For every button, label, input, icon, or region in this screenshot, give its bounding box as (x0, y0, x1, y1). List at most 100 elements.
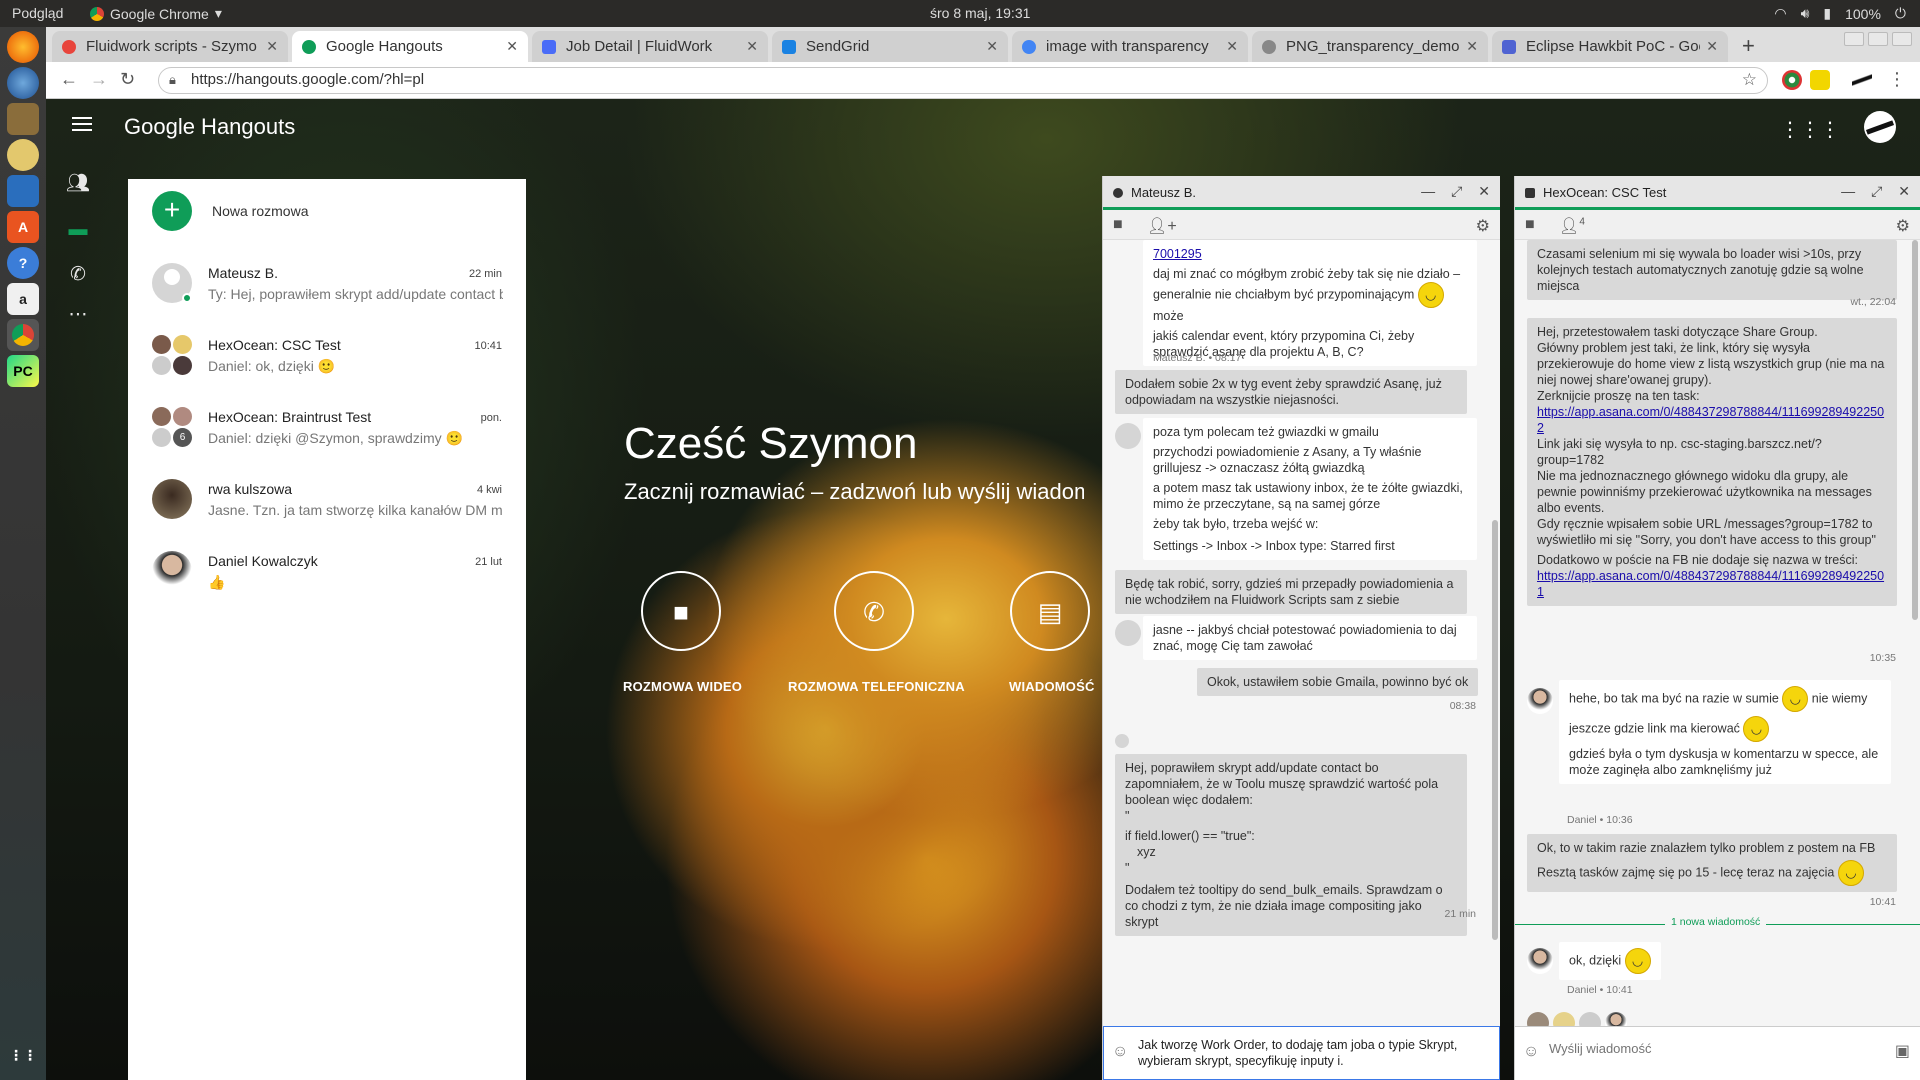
scrollbar[interactable] (1492, 520, 1498, 940)
help-icon[interactable]: ? (7, 247, 39, 279)
extension-icon[interactable] (1852, 70, 1872, 90)
wifi-icon[interactable]: ◠ (1774, 5, 1786, 22)
tab-google-hangouts[interactable]: Google Hangouts ✕ (292, 31, 528, 62)
new-conversation-button[interactable]: + Nowa rozmowa (152, 191, 308, 231)
forward-icon[interactable]: → (90, 69, 108, 90)
pycharm-icon[interactable]: PC (7, 355, 39, 387)
tab-sendgrid[interactable]: SendGrid ✕ (772, 31, 1008, 62)
tab-job-detail[interactable]: Job Detail | FluidWork ✕ (532, 31, 768, 62)
chat-header[interactable]: Mateusz B. — ⤢ ✕ (1103, 176, 1500, 210)
chrome-menu-icon[interactable]: ⋮ (1888, 69, 1906, 90)
extension-icon[interactable] (1782, 70, 1802, 90)
plus-icon: + (152, 191, 192, 231)
tab-png-transparency[interactable]: PNG_transparency_demo ✕ (1252, 31, 1488, 62)
new-tab-button[interactable]: + (1742, 33, 1755, 59)
url-text: https://hangouts.google.com/?hl=pl (191, 71, 425, 88)
account-avatar[interactable] (1864, 111, 1896, 143)
tab-fluidwork-scripts[interactable]: Fluidwork scripts - Szymo ✕ (52, 31, 288, 62)
conversation-item[interactable]: HexOcean: CSC Test 10:41 Daniel: ok, dzi… (128, 323, 526, 395)
avatar (1605, 1012, 1627, 1026)
message-button[interactable]: ▤ (1010, 571, 1090, 651)
popout-icon[interactable]: ⤢ (1451, 183, 1462, 200)
close-icon[interactable]: ✕ (266, 38, 278, 55)
hangouts-logo[interactable]: Google Hangouts (124, 114, 295, 140)
video-call-button[interactable]: ■ (641, 571, 721, 651)
close-icon[interactable]: ✕ (506, 38, 518, 55)
close-icon[interactable]: ✕ (1466, 38, 1478, 55)
close-icon[interactable]: ✕ (1706, 38, 1718, 55)
close-icon[interactable]: ✕ (1898, 183, 1910, 200)
emoji-icon[interactable]: ☺ (1112, 1043, 1128, 1061)
close-icon[interactable]: ✕ (986, 38, 998, 55)
chat-window-mateusz: Mateusz B. — ⤢ ✕ ■ 👤︎+ ⚙ 7001295 daj mi … (1102, 176, 1500, 1080)
reload-icon[interactable]: ↻ (120, 69, 135, 90)
hamburger-menu-icon[interactable] (72, 117, 92, 135)
gear-icon[interactable]: ⚙ (1476, 216, 1490, 236)
contacts-icon[interactable]: 👥︎ (66, 171, 90, 195)
image-icon[interactable]: ▣ (1895, 1041, 1910, 1061)
phone-icon[interactable]: ✆ (66, 263, 90, 287)
conversations-icon[interactable]: ▬ (66, 219, 90, 243)
power-icon[interactable]: ⏻ (1895, 5, 1906, 22)
os-app-name[interactable]: Podgląd (12, 5, 63, 21)
system-tray[interactable]: ◠ 🔊︎ ▮ 100% ⏻ (1774, 5, 1906, 22)
popout-icon[interactable]: ⤢ (1871, 183, 1882, 200)
active-app-menu[interactable]: Google Chrome ▾ (90, 5, 222, 22)
maximize-button[interactable] (1868, 32, 1888, 46)
minimize-button[interactable] (1844, 32, 1864, 46)
amazon-icon[interactable]: a (7, 283, 39, 315)
close-window-button[interactable] (1892, 32, 1912, 46)
close-icon[interactable]: ✕ (1226, 38, 1238, 55)
video-camera-icon[interactable]: ■ (1113, 216, 1123, 234)
browser-tab-strip: Fluidwork scripts - Szymo ✕ Google Hangou… (46, 27, 1920, 62)
message-input[interactable]: Jak tworzę Work Order, to dodaję tam job… (1138, 1037, 1488, 1069)
message-link[interactable]: https://app.asana.com/0/488437298788844/… (1537, 404, 1887, 436)
gear-icon[interactable]: ⚙ (1896, 216, 1910, 236)
minimize-icon[interactable]: — (1421, 183, 1435, 200)
tab-image-transparency[interactable]: image with transparency ✕ (1012, 31, 1248, 62)
extension-icon[interactable] (1810, 70, 1830, 90)
chrome-icon[interactable] (7, 319, 39, 351)
writer-icon[interactable] (7, 175, 39, 207)
rhythmbox-icon[interactable] (7, 139, 39, 171)
bookmark-star-icon[interactable]: ☆ (1742, 70, 1757, 90)
conversation-item[interactable]: Daniel Kowalczyk 21 lut 👍 (128, 539, 526, 611)
back-icon[interactable]: ← (60, 69, 78, 90)
asana-icon (62, 39, 76, 54)
minimize-icon[interactable]: — (1841, 183, 1855, 200)
lock-icon[interactable]: 🔒︎ (169, 72, 176, 88)
os-clock[interactable]: śro 8 maj, 19:31 (930, 5, 1030, 21)
video-camera-icon[interactable]: ■ (1525, 216, 1535, 234)
tab-eclipse-hawkbit[interactable]: Eclipse Hawkbit PoC - Goo ✕ (1492, 31, 1728, 62)
phone-call-button[interactable]: ✆ (834, 571, 914, 651)
apps-grid-icon[interactable]: ⋮⋮⋮ (1780, 117, 1840, 142)
conversation-item[interactable]: 6 HexOcean: Braintrust Test pon. Daniel:… (128, 395, 526, 467)
message-bubble-mine: Okok, ustawiłem sobie Gmaila, powinno by… (1197, 668, 1479, 696)
group-avatar (152, 335, 192, 375)
volume-icon[interactable]: 🔊︎ (1801, 5, 1810, 22)
message-link[interactable]: 7001295 (1153, 246, 1467, 262)
scrollbar[interactable] (1912, 240, 1918, 620)
avatar (152, 479, 192, 519)
software-center-icon[interactable]: A (7, 211, 39, 243)
chat-input-area: ☺ Jak tworzę Work Order, to dodaję tam j… (1103, 1026, 1500, 1080)
firefox-icon[interactable] (7, 31, 39, 63)
chat-header[interactable]: HexOcean: CSC Test — ⤢ ✕ (1515, 176, 1920, 210)
show-apps-icon[interactable]: ⋮⋮ (7, 1039, 39, 1071)
thunderbird-icon[interactable] (7, 67, 39, 99)
participants-icon[interactable]: 👤︎4 (1559, 216, 1585, 236)
message-link[interactable]: https://app.asana.com/0/488437298788844/… (1537, 568, 1887, 600)
close-icon[interactable]: ✕ (746, 38, 758, 55)
add-person-icon[interactable]: 👤︎+ (1147, 216, 1177, 236)
conversation-item[interactable]: rwa kulszowa 4 kwi Jasne. Tzn. ja tam st… (128, 467, 526, 539)
emoji-icon[interactable]: ☺ (1523, 1043, 1539, 1061)
battery-icon[interactable]: ▮ (1823, 5, 1831, 22)
avatar (1527, 948, 1553, 974)
close-icon[interactable]: ✕ (1478, 183, 1490, 200)
message-bubble: 7001295 daj mi znać co mógłbym zrobić że… (1143, 240, 1477, 366)
more-icon[interactable]: ⋯ (66, 303, 90, 327)
files-icon[interactable] (7, 103, 39, 135)
message-input[interactable] (1549, 1041, 1869, 1056)
address-bar[interactable]: 🔒︎ https://hangouts.google.com/?hl=pl ☆ (158, 67, 1768, 94)
conversation-item[interactable]: Mateusz B. 22 min Ty: Hej, poprawiłem sk… (128, 251, 526, 323)
